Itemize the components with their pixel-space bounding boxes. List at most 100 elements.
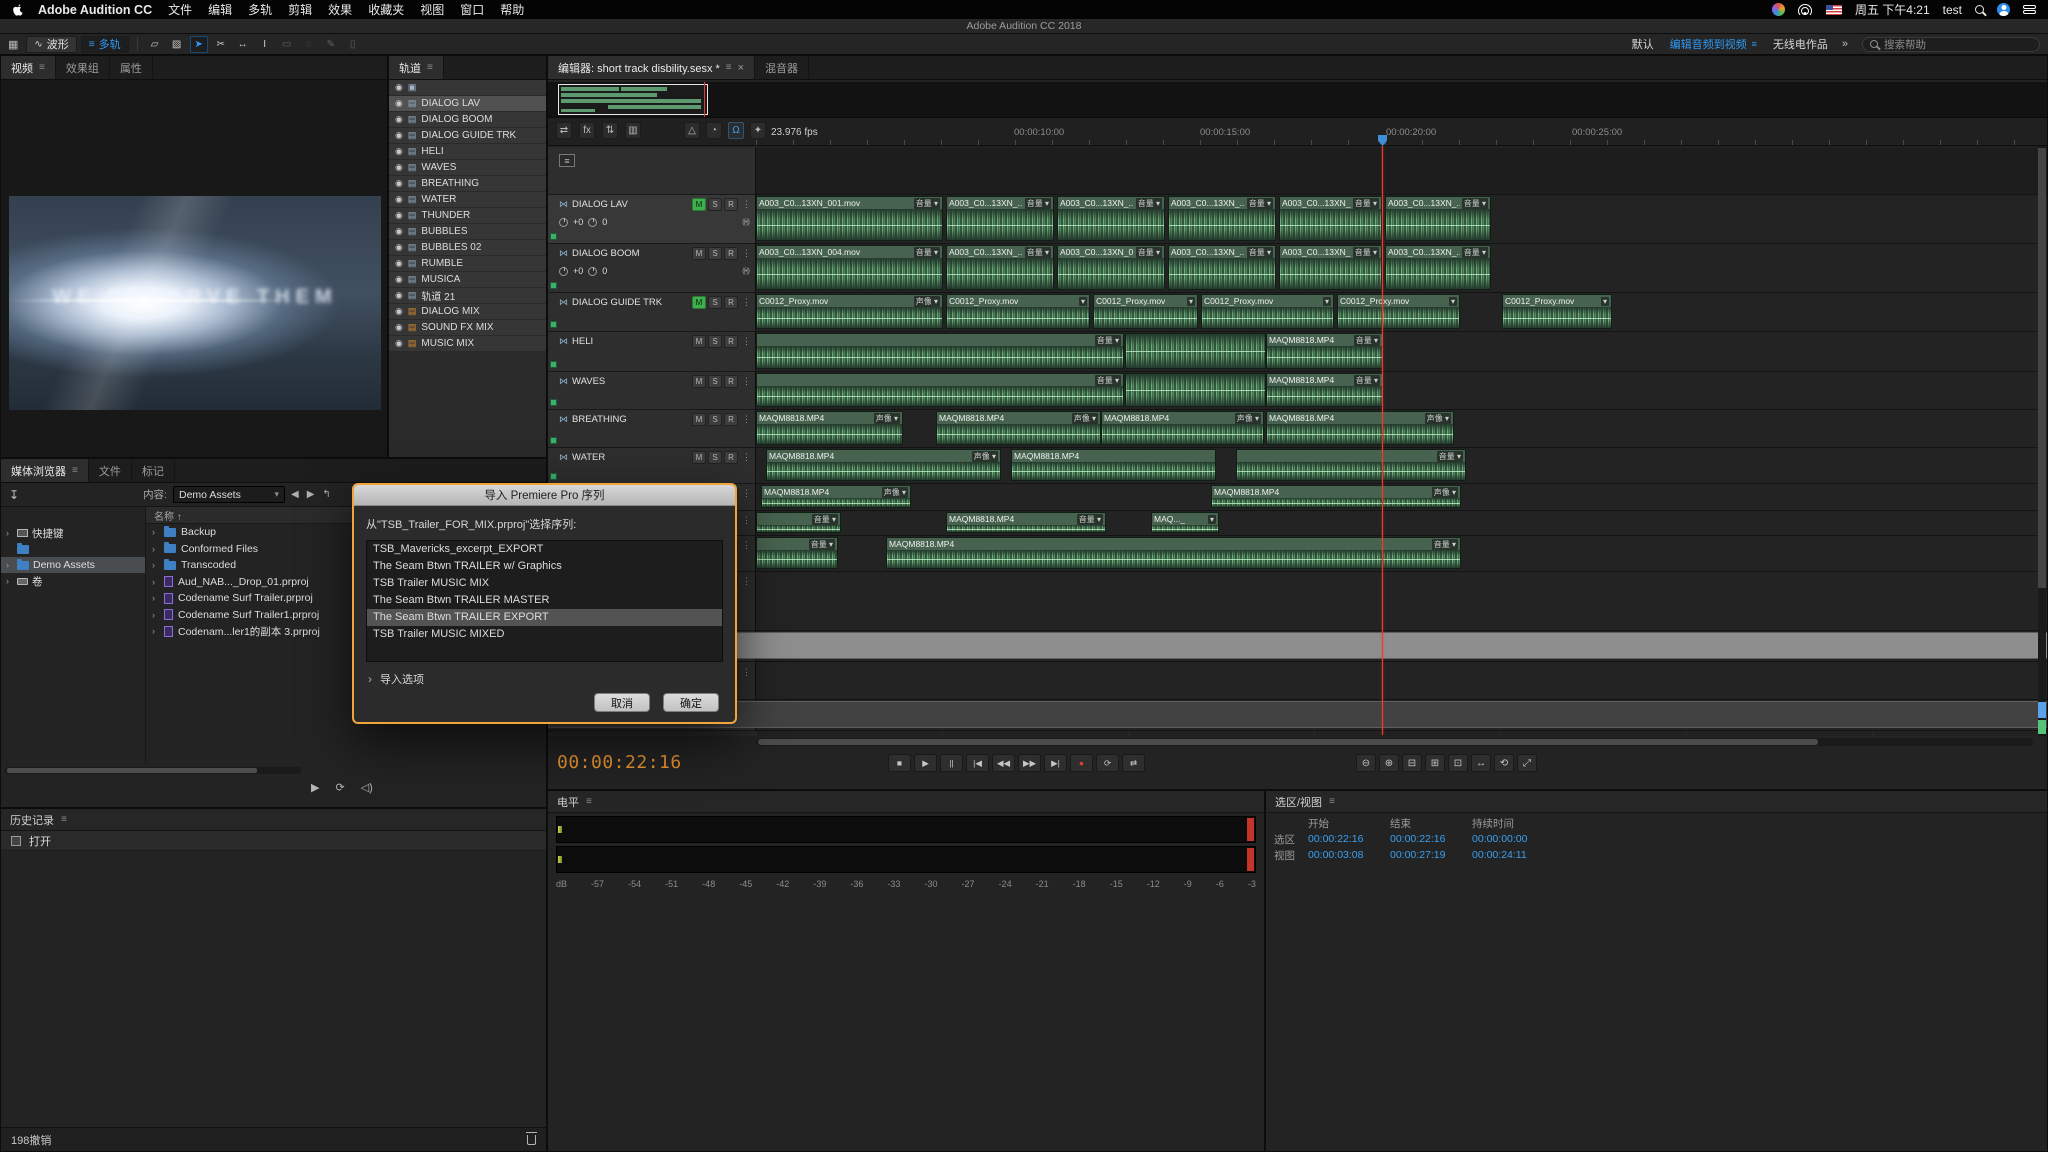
clip-envelope-selector[interactable]: 声像 ▾: [1235, 413, 1261, 424]
arm-button[interactable]: R: [724, 413, 738, 426]
clip-envelope-selector[interactable]: 音量 ▾: [1025, 198, 1051, 209]
menu-收藏夹[interactable]: 收藏夹: [368, 1, 404, 18]
clip[interactable]: C0012_Proxy.mov▾: [1093, 294, 1198, 329]
clip[interactable]: C0012_Proxy.mov▾: [1201, 294, 1334, 329]
zoom-out-horizontal-button[interactable]: ⊖: [1356, 754, 1376, 772]
zoom-in-point-button[interactable]: ↔: [1471, 754, 1491, 772]
track-lane-RUMBLE[interactable]: [756, 572, 2047, 631]
import-options-disclosure[interactable]: › 导入选项: [368, 671, 424, 687]
track-header-WAVES[interactable]: ⋈WAVESMSR⋮: [548, 372, 756, 410]
clip[interactable]: MAQM8818.MP4声像 ▾: [761, 485, 911, 508]
parent-folder-icon[interactable]: ↰: [322, 489, 330, 500]
track-more-icon[interactable]: ⋮: [742, 576, 751, 587]
tracks-panel-row-WAVES[interactable]: ◉▤WAVES: [389, 160, 546, 176]
clip[interactable]: MAQM8818.MP4音量 ▾: [886, 537, 1461, 569]
menu-编辑[interactable]: 编辑: [208, 1, 232, 18]
clip[interactable]: 音量 ▾: [1236, 449, 1466, 481]
visibility-icon[interactable]: ◉: [395, 226, 403, 237]
tree-item[interactable]: [1, 541, 145, 557]
多轨-button[interactable]: ≡多轨: [81, 36, 129, 53]
menubar-user[interactable]: test: [1943, 3, 1962, 17]
zoom-out-full-button[interactable]: ⟲: [1494, 754, 1514, 772]
track-header-HELI[interactable]: ⋈HELIMSR⋮: [548, 332, 756, 372]
time-selection-tool[interactable]: I: [256, 36, 274, 53]
track-more-icon[interactable]: ⋮: [742, 199, 751, 210]
clip[interactable]: MAQM8818.MP4音量 ▾: [1266, 333, 1383, 369]
paintbrush-tool[interactable]: ✎: [322, 36, 340, 53]
tracks-panel-row-DIALOG BOOM[interactable]: ◉▤DIALOG BOOM: [389, 112, 546, 128]
keyframe-icon[interactable]: ✦: [750, 122, 766, 139]
solo-button[interactable]: S: [708, 296, 722, 309]
solo-button[interactable]: S: [708, 451, 722, 464]
workspace-编辑音频到视频[interactable]: 编辑音频到视频≡: [1670, 36, 1757, 52]
clip[interactable]: [1125, 373, 1266, 407]
tracks-panel-row-MUSICA[interactable]: ◉▤MUSICA: [389, 272, 546, 288]
rewind-button[interactable]: ◀◀: [992, 754, 1015, 772]
stop-button[interactable]: ■: [888, 754, 911, 772]
track-header-DIALOG BOOM[interactable]: ⋈DIALOG BOOMMSR⋮+00((•)): [548, 244, 756, 293]
creative-cloud-icon[interactable]: [1772, 3, 1785, 16]
track-lane-BREATHING[interactable]: MAQM8818.MP4声像 ▾MAQM8818.MP4声像 ▾MAQM8818…: [756, 410, 2047, 448]
sequence-item[interactable]: TSB Trailer MUSIC MIXED: [367, 626, 722, 643]
close-tab-icon[interactable]: ×: [738, 62, 744, 74]
workspace-grid-icon[interactable]: ▦: [8, 38, 18, 51]
clip[interactable]: A003_C0...13XN_...音量 ▾: [1279, 196, 1382, 241]
visibility-icon[interactable]: ◉: [395, 162, 403, 173]
sequence-item[interactable]: The Seam Btwn TRAILER MASTER: [367, 592, 722, 609]
metering-icon[interactable]: ▥: [625, 122, 641, 139]
track-lane-WATER[interactable]: MAQM8818.MP4声像 ▾MAQM8818.MP4音量 ▾: [756, 448, 2047, 484]
visibility-icon[interactable]: ◉: [395, 274, 403, 285]
loop-icon[interactable]: ⟳: [335, 781, 344, 794]
波形-button[interactable]: ∿波形: [26, 36, 76, 53]
clip-envelope-selector[interactable]: 音量 ▾: [1095, 335, 1121, 346]
fast-forward-button[interactable]: ▶▶: [1018, 754, 1041, 772]
solo-button[interactable]: S: [708, 198, 722, 211]
clip-envelope-selector[interactable]: 音量 ▾: [1247, 198, 1273, 209]
clip-envelope-selector[interactable]: ▾: [1323, 297, 1331, 306]
clip-envelope-selector[interactable]: 音量 ▾: [914, 198, 940, 209]
visibility-icon[interactable]: ◉: [395, 338, 403, 349]
tracks-panel-row-SOUND FX MIX[interactable]: ◉▤SOUND FX MIX: [389, 320, 546, 336]
clip-envelope-selector[interactable]: ▾: [1208, 515, 1216, 524]
fx-rack-icon[interactable]: fx: [579, 122, 595, 139]
clip-indicator[interactable]: [1247, 818, 1254, 841]
clip[interactable]: A003_C0...13XN_...音量 ▾: [946, 196, 1054, 241]
track-lane-DIALOG BOOM[interactable]: A003_C0...13XN_004.mov音量 ▾A003_C0...13XN…: [756, 244, 2047, 293]
solo-button[interactable]: S: [708, 335, 722, 348]
track-header-WATER[interactable]: ⋈WATERMSR⋮: [548, 448, 756, 484]
clip-envelope-selector[interactable]: 声像 ▾: [1432, 487, 1458, 498]
zoom-in-vertical-button[interactable]: ⊞: [1425, 754, 1445, 772]
mute-button[interactable]: M: [692, 198, 706, 211]
track-more-icon[interactable]: ⋮: [742, 336, 751, 347]
track-lane-BUBBLES 02[interactable]: 音量 ▾MAQM8818.MP4音量 ▾: [756, 536, 2047, 572]
clip[interactable]: MAQM8818.MP4声像 ▾: [936, 411, 1101, 445]
clip[interactable]: A003_C0...13XN_0...音量 ▾: [1057, 245, 1165, 290]
track-header-BREATHING[interactable]: ⋈BREATHINGMSR⋮: [548, 410, 756, 448]
menu-窗口[interactable]: 窗口: [460, 1, 484, 18]
track-more-icon[interactable]: ⋮: [742, 488, 751, 499]
clip[interactable]: [548, 701, 2047, 728]
visibility-icon[interactable]: ◉: [395, 146, 403, 157]
slip-tool[interactable]: ↔: [234, 36, 252, 53]
clip[interactable]: C0012_Proxy.mov▾: [1337, 294, 1460, 329]
track-more-icon[interactable]: ⋮: [742, 452, 751, 463]
tab-标记[interactable]: 标记: [132, 459, 175, 482]
spotlight-icon[interactable]: [1975, 5, 1984, 14]
clip[interactable]: MAQM8818.MP4声像 ▾: [756, 411, 903, 445]
eraser-tool[interactable]: ▯: [344, 36, 362, 53]
clip-display-icon[interactable]: ▱: [146, 36, 164, 53]
auto-play-icon[interactable]: ◁): [361, 781, 373, 794]
zoom-to-selection-button[interactable]: ⊡: [1448, 754, 1468, 772]
clip-envelope-selector[interactable]: 音量 ▾: [1354, 335, 1380, 346]
clip-envelope-selector[interactable]: 音量 ▾: [1432, 539, 1458, 550]
skip-selection-button[interactable]: ⇄: [1122, 754, 1145, 772]
sequence-item[interactable]: The Seam Btwn TRAILER w/ Graphics: [367, 558, 722, 575]
clip[interactable]: MAQM8818.MP4声像 ▾: [766, 449, 1001, 481]
menu-剪辑[interactable]: 剪辑: [288, 1, 312, 18]
track-header[interactable]: ≡: [548, 148, 756, 195]
clip-envelope-selector[interactable]: 音量 ▾: [1353, 198, 1379, 209]
sends-icon[interactable]: ⇅: [602, 122, 618, 139]
tab-效果组[interactable]: 效果组: [56, 56, 110, 79]
tab-编辑器: short track disbility.sesx *[interactable]: 编辑器: short track disbility.sesx *≡×: [548, 56, 755, 79]
track-lane-WAVES[interactable]: 音量 ▾MAQM8818.MP4音量 ▾: [756, 372, 2047, 410]
